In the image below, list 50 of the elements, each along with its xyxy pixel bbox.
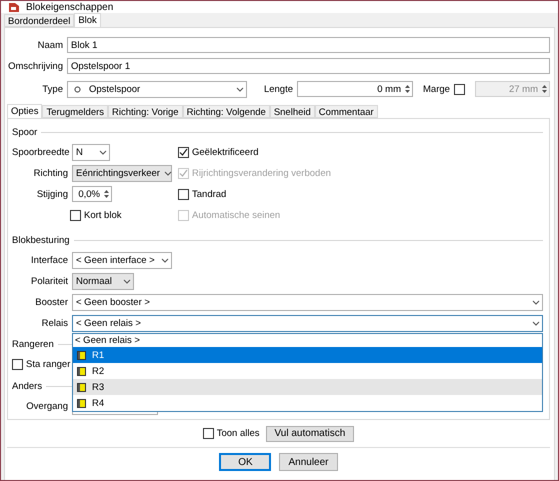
input-field[interactable]: Opstelspoor 1 (67, 58, 550, 74)
section-title: Rangeren (12, 338, 54, 350)
dropdown[interactable]: Normaal (72, 272, 134, 290)
dropdown[interactable]: Eénrichtingsverkeer (72, 164, 172, 182)
field-label: Omschrijving (7, 60, 63, 72)
dropdown[interactable]: N (72, 144, 110, 160)
button[interactable]: Vul automatisch (266, 426, 354, 442)
field-label: Polariteit (30, 276, 68, 286)
checkbox-label: Sta ranger (26, 358, 70, 370)
input-field[interactable]: Blok 1 (67, 37, 550, 53)
ok-button[interactable]: OK (219, 453, 272, 471)
checkbox-label: Tandrad (192, 188, 226, 200)
checkbox-label: Toon alles (216, 428, 260, 439)
field-label: Stijging (36, 188, 68, 200)
field-label: Spoorbreedte (12, 146, 68, 158)
spin-box[interactable]: 0 mm (297, 81, 413, 97)
tab[interactable]: Richting: Vorige (108, 105, 183, 118)
list-item[interactable]: R3 (73, 379, 542, 395)
tab[interactable]: Snelheid (270, 105, 315, 118)
field-label: Relais (40, 318, 68, 329)
checkbox-label: Kort blok (84, 210, 122, 220)
section-title: Blokbesturing (12, 234, 70, 246)
tab[interactable]: Bordonderdeel (4, 14, 74, 27)
window-title: Blokeigenschappen (26, 2, 114, 12)
tab[interactable]: Terugmelders (42, 105, 108, 118)
tab[interactable]: Commentaar (314, 105, 378, 118)
checkbox-label: Automatische seinen (192, 210, 280, 220)
field-label: Lengte (262, 84, 293, 94)
cancel-button[interactable]: Annuleer (279, 453, 338, 471)
list-item[interactable]: R1 (73, 347, 542, 363)
field-label: Booster (34, 296, 68, 308)
section-title: Spoor (12, 126, 38, 138)
field-label: Interface (30, 254, 68, 266)
section-title: Anders (12, 380, 42, 392)
tab[interactable]: Opties (7, 104, 42, 118)
tab[interactable]: Richting: Volgende (182, 105, 270, 118)
dropdown[interactable]: < Geen relais > (72, 315, 543, 332)
dropdown[interactable]: < Geen interface > (72, 252, 172, 268)
checkbox-label: Rijrichtingsverandering verboden (192, 168, 331, 178)
tab[interactable]: Blok (74, 13, 101, 27)
field-label: Richting (32, 168, 68, 178)
field-label: Type (41, 84, 63, 94)
field-label: Naam (36, 40, 63, 50)
spin-box[interactable]: 0,0% (72, 186, 112, 202)
type-dropdown[interactable]: Opstelspoor (67, 80, 247, 98)
checkbox-label: Geëlektrificeerd (192, 146, 259, 158)
field-label: Marge (423, 84, 450, 94)
field-label: Overgang (25, 400, 68, 412)
spin-box: 27 mm (474, 81, 550, 97)
dropdown[interactable]: < Geen booster > (72, 294, 543, 310)
